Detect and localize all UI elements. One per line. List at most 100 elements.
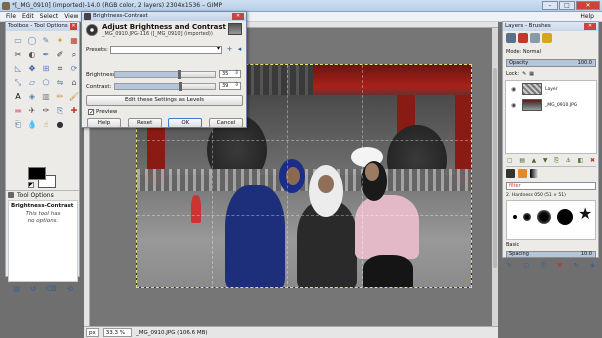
color-picker-icon[interactable]: ✐ [54,49,66,61]
contrast-slider[interactable] [114,82,216,91]
channels-tab-icon[interactable] [518,33,528,43]
layer-row[interactable]: ◉ _MG_0910.JPG [506,97,596,113]
vertical-scrollbar[interactable] [492,28,498,326]
gradients-tab-icon[interactable] [530,169,539,178]
clone-icon[interactable]: ⎘ [54,105,66,117]
patterns-tab-icon[interactable] [518,169,527,178]
default-colors-icon[interactable] [28,182,34,188]
scrollbar-thumb[interactable] [493,68,497,268]
restore-options-icon[interactable]: ↺ [30,285,36,293]
scissors-icon[interactable]: ✂ [12,49,24,61]
layer-row[interactable]: ◉ Layer [506,81,596,97]
brush-swatch[interactable] [537,210,551,224]
ok-button[interactable]: OK [168,118,203,128]
menu-view[interactable]: View [64,12,78,21]
edit-brush-icon[interactable]: ✎ [507,262,512,270]
shear-icon[interactable]: ▱ [26,77,38,89]
preview-checkbox[interactable]: ✓ [88,109,94,116]
blend-icon[interactable]: ▥ [40,91,52,103]
close-window-button[interactable]: ✕ [576,1,600,10]
bucket-fill-icon[interactable]: ◈ [26,91,38,103]
eraser-icon[interactable]: ▬ [12,105,24,117]
lower-layer-icon[interactable]: ▼ [543,157,548,165]
opacity-slider[interactable]: Opacity 100.0 [506,59,596,67]
dodge-burn-icon[interactable]: ● [54,119,66,131]
paths-tab-icon[interactable] [530,33,540,43]
close-icon[interactable]: ✕ [232,13,244,20]
new-layer-icon[interactable]: ▢ [507,157,513,165]
measure-icon[interactable]: ◺ [12,63,24,75]
brush-set[interactable]: Basic [506,242,558,249]
eye-icon[interactable]: ◉ [511,102,519,109]
rotate-icon[interactable]: ⟳ [68,63,80,75]
brightness-slider-handle[interactable] [178,70,181,79]
brightness-slider[interactable] [114,70,216,79]
align-icon[interactable]: ⊞ [40,63,52,75]
mask-layer-icon[interactable]: ◧ [578,157,584,165]
fuzzy-select-icon[interactable]: ✦ [54,35,66,47]
undo-tab-icon[interactable] [542,33,552,43]
fg-bg-colors[interactable] [28,167,58,189]
contrast-slider-handle[interactable] [179,82,182,91]
brush-filter-input[interactable]: filter [506,182,596,190]
reset-options-icon[interactable]: ⟲ [67,285,73,293]
perspective-icon[interactable]: ⬠ [40,77,52,89]
presets-select[interactable] [110,45,222,54]
blur-icon[interactable]: 💧 [26,119,38,131]
units-select[interactable]: px [86,328,99,337]
delete-layer-icon[interactable]: ✖ [590,157,595,165]
preview-toggle[interactable]: ✓ Preview [88,109,117,116]
paths-icon[interactable]: ✒ [40,49,52,61]
brushes-tab-icon[interactable] [506,169,515,178]
reset-button[interactable]: Reset [127,118,162,128]
foreground-select-icon[interactable]: ◐ [26,49,38,61]
close-icon[interactable]: ✕ [70,23,77,30]
smudge-icon[interactable]: ☝ [40,119,52,131]
zoom-select[interactable]: 33.3 % [102,328,132,337]
flip-icon[interactable]: ⇋ [54,77,66,89]
perspective-clone-icon[interactable]: ⎗ [12,119,24,131]
help-button[interactable]: Help [87,118,121,128]
free-select-icon[interactable]: ✎ [40,35,52,47]
star-brush-icon[interactable]: ★ [578,206,592,222]
brush-tag-icon[interactable]: ◈ [590,262,595,270]
lock-alpha-icon[interactable]: ▦ [529,71,534,77]
crop-icon[interactable]: ⌗ [54,63,66,75]
anchor-layer-icon[interactable]: ⚓ [566,157,571,165]
text-icon[interactable]: A [12,91,24,103]
foreground-color-swatch[interactable] [28,167,46,180]
spacing-slider[interactable]: Spacing 10.0 [506,251,596,258]
brightness-input[interactable]: 35 [219,70,241,78]
tool-options-tab[interactable]: Tool Options [6,190,79,199]
brush-swatch[interactable] [523,213,531,221]
cage-icon[interactable]: ⌂ [68,77,80,89]
menu-select[interactable]: Select [40,12,59,21]
maximize-button[interactable]: □ [559,1,575,10]
refresh-brushes-icon[interactable]: ↻ [574,262,579,270]
layer-mode[interactable]: Mode: Normal [506,49,541,55]
raise-layer-icon[interactable]: ▲ [532,157,537,165]
zoom-icon[interactable]: ⌕ [68,49,80,61]
airbrush-icon[interactable]: ✈ [26,105,38,117]
duplicate-brush-icon[interactable]: ⎘ [541,262,546,270]
add-preset-icon[interactable]: + [226,46,233,53]
lock-pixels-icon[interactable]: ✎ [522,71,526,77]
save-options-icon[interactable]: ▤ [13,285,20,293]
edit-as-levels-button[interactable]: Edit these Settings as Levels [86,95,243,106]
new-group-icon[interactable]: ▤ [519,157,525,165]
cancel-button[interactable]: Cancel [208,118,243,128]
color-select-icon[interactable]: ▦ [68,35,80,47]
scale-icon[interactable]: ⤡ [12,77,24,89]
eye-icon[interactable]: ◉ [511,86,519,93]
pencil-icon[interactable]: ✏ [54,91,66,103]
rect-select-icon[interactable]: ▭ [12,35,24,47]
ink-icon[interactable]: ✑ [40,105,52,117]
brush-swatch[interactable] [513,215,517,219]
ellipse-select-icon[interactable]: ◯ [26,35,38,47]
delete-options-icon[interactable]: ⌫ [47,285,57,293]
brush-swatch[interactable] [557,209,573,225]
new-brush-icon[interactable]: ▢ [524,262,530,270]
menu-file[interactable]: File [6,12,16,21]
paintbrush-icon[interactable]: 🖌 [68,91,80,103]
preset-menu-icon[interactable]: ◂ [236,46,243,53]
